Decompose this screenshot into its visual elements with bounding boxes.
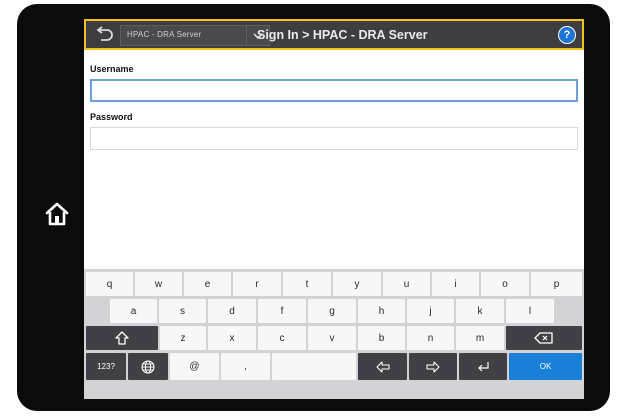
username-field[interactable] xyxy=(90,79,578,102)
key-g[interactable]: g xyxy=(308,299,356,323)
key-f[interactable]: f xyxy=(258,299,306,323)
globe-icon xyxy=(141,359,155,374)
shift-icon xyxy=(115,331,129,345)
key-q[interactable]: q xyxy=(86,272,133,296)
space-key[interactable] xyxy=(272,353,356,380)
arrow-right-icon xyxy=(426,360,440,373)
key-d[interactable]: d xyxy=(208,299,256,323)
ok-button[interactable]: OK xyxy=(509,353,582,380)
page-title: Sign In > HPAC - DRA Server xyxy=(257,28,428,42)
shift-key[interactable] xyxy=(86,326,158,350)
back-icon[interactable] xyxy=(94,26,114,44)
key-z[interactable]: z xyxy=(160,326,206,350)
backspace-icon xyxy=(534,332,553,344)
arrow-left-icon xyxy=(375,360,390,373)
key-s[interactable]: s xyxy=(159,299,206,323)
key-k[interactable]: k xyxy=(456,299,504,323)
cursor-right-key[interactable] xyxy=(409,353,457,380)
key-b[interactable]: b xyxy=(358,326,405,350)
breadcrumb-dropdown[interactable]: HPAC - DRA Server xyxy=(120,25,270,46)
key-o[interactable]: o xyxy=(481,272,529,296)
key-p[interactable]: p xyxy=(531,272,582,296)
key-n[interactable]: n xyxy=(407,326,454,350)
key-h[interactable]: h xyxy=(358,299,405,323)
key-c[interactable]: c xyxy=(258,326,306,350)
username-label: Username xyxy=(90,64,134,74)
key-v[interactable]: v xyxy=(308,326,356,350)
password-input[interactable] xyxy=(91,128,577,149)
header-bar: HPAC - DRA Server Sign In > HPAC - DRA S… xyxy=(84,19,584,50)
enter-icon xyxy=(478,361,489,371)
backspace-key[interactable] xyxy=(506,326,582,350)
help-icon[interactable]: ? xyxy=(558,26,576,44)
key-at[interactable]: @ xyxy=(170,353,219,380)
username-input[interactable] xyxy=(92,82,576,101)
key-t[interactable]: t xyxy=(283,272,331,296)
on-screen-keyboard: q w e r t y u i o p a s d f g h j k l z … xyxy=(84,269,584,399)
key-w[interactable]: w xyxy=(135,272,182,296)
cursor-left-key[interactable] xyxy=(358,353,407,380)
key-m[interactable]: m xyxy=(456,326,504,350)
password-field[interactable] xyxy=(90,127,578,150)
key-l[interactable]: l xyxy=(506,299,554,323)
key-comma[interactable]: , xyxy=(221,353,270,380)
key-j[interactable]: j xyxy=(407,299,454,323)
key-a[interactable]: a xyxy=(110,299,157,323)
key-u[interactable]: u xyxy=(383,272,430,296)
enter-key[interactable] xyxy=(459,353,507,380)
language-key[interactable] xyxy=(128,353,168,380)
home-icon[interactable] xyxy=(44,201,70,227)
key-x[interactable]: x xyxy=(208,326,256,350)
printer-screen: HPAC - DRA Server Sign In > HPAC - DRA S… xyxy=(84,19,584,399)
key-r[interactable]: r xyxy=(233,272,281,296)
key-y[interactable]: y xyxy=(333,272,381,296)
numeric-toggle-key[interactable]: 123? xyxy=(86,353,126,380)
key-i[interactable]: i xyxy=(432,272,479,296)
password-label: Password xyxy=(90,112,133,122)
breadcrumb-label: HPAC - DRA Server xyxy=(127,30,202,39)
key-e[interactable]: e xyxy=(184,272,231,296)
